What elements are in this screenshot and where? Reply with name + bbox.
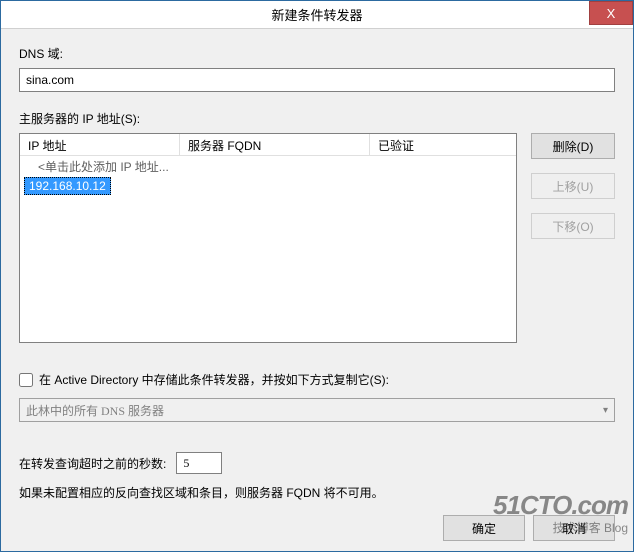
side-buttons: 删除(D) 上移(U) 下移(O) — [531, 133, 615, 343]
timeout-row: 在转发查询超时之前的秒数: — [19, 452, 615, 474]
dialog-window: 新建条件转发器 X DNS 域: 主服务器的 IP 地址(S): IP 地址 服… — [0, 0, 634, 552]
move-down-button[interactable]: 下移(O) — [531, 213, 615, 239]
store-ad-checkbox[interactable] — [19, 373, 33, 387]
timeout-input[interactable] — [176, 452, 222, 474]
dns-domain-label: DNS 域: — [19, 45, 615, 62]
replication-combo-value: 此林中的所有 DNS 服务器 — [26, 402, 164, 419]
dialog-content: DNS 域: 主服务器的 IP 地址(S): IP 地址 服务器 FQDN 已验… — [1, 29, 633, 551]
table-body: <单击此处添加 IP 地址... 192.168.10.12 — [20, 156, 516, 196]
close-button[interactable]: X — [589, 1, 633, 25]
store-ad-label: 在 Active Directory 中存储此条件转发器，并按如下方式复制它(S… — [39, 371, 389, 388]
warning-text: 如果未配置相应的反向查找区域和条目，则服务器 FQDN 将不可用。 — [19, 484, 615, 501]
replication-combo[interactable]: 此林中的所有 DNS 服务器 ▾ — [19, 398, 615, 422]
move-up-button[interactable]: 上移(U) — [531, 173, 615, 199]
ip-cell-selected[interactable]: 192.168.10.12 — [24, 177, 111, 195]
dialog-footer: 确定 取消 — [19, 515, 615, 541]
servers-row: IP 地址 服务器 FQDN 已验证 <单击此处添加 IP 地址... 192.… — [19, 133, 615, 343]
cancel-button[interactable]: 取消 — [533, 515, 615, 541]
table-row[interactable]: 192.168.10.12 — [20, 176, 516, 196]
table-header: IP 地址 服务器 FQDN 已验证 — [20, 134, 516, 156]
titlebar: 新建条件转发器 X — [1, 1, 633, 29]
col-fqdn[interactable]: 服务器 FQDN — [180, 134, 370, 155]
servers-table[interactable]: IP 地址 服务器 FQDN 已验证 <单击此处添加 IP 地址... 192.… — [19, 133, 517, 343]
col-verified[interactable]: 已验证 — [370, 134, 516, 155]
delete-button[interactable]: 删除(D) — [531, 133, 615, 159]
dns-domain-input[interactable] — [19, 68, 615, 92]
timeout-label: 在转发查询超时之前的秒数: — [19, 455, 166, 472]
store-ad-row: 在 Active Directory 中存储此条件转发器，并按如下方式复制它(S… — [19, 371, 615, 388]
add-ip-hint-row[interactable]: <单击此处添加 IP 地址... — [20, 156, 516, 176]
window-title: 新建条件转发器 — [1, 5, 633, 24]
master-servers-label: 主服务器的 IP 地址(S): — [19, 110, 615, 127]
chevron-down-icon: ▾ — [603, 405, 608, 416]
add-ip-hint-text: <单击此处添加 IP 地址... — [38, 158, 169, 175]
col-ip[interactable]: IP 地址 — [20, 134, 180, 155]
ok-button[interactable]: 确定 — [443, 515, 525, 541]
